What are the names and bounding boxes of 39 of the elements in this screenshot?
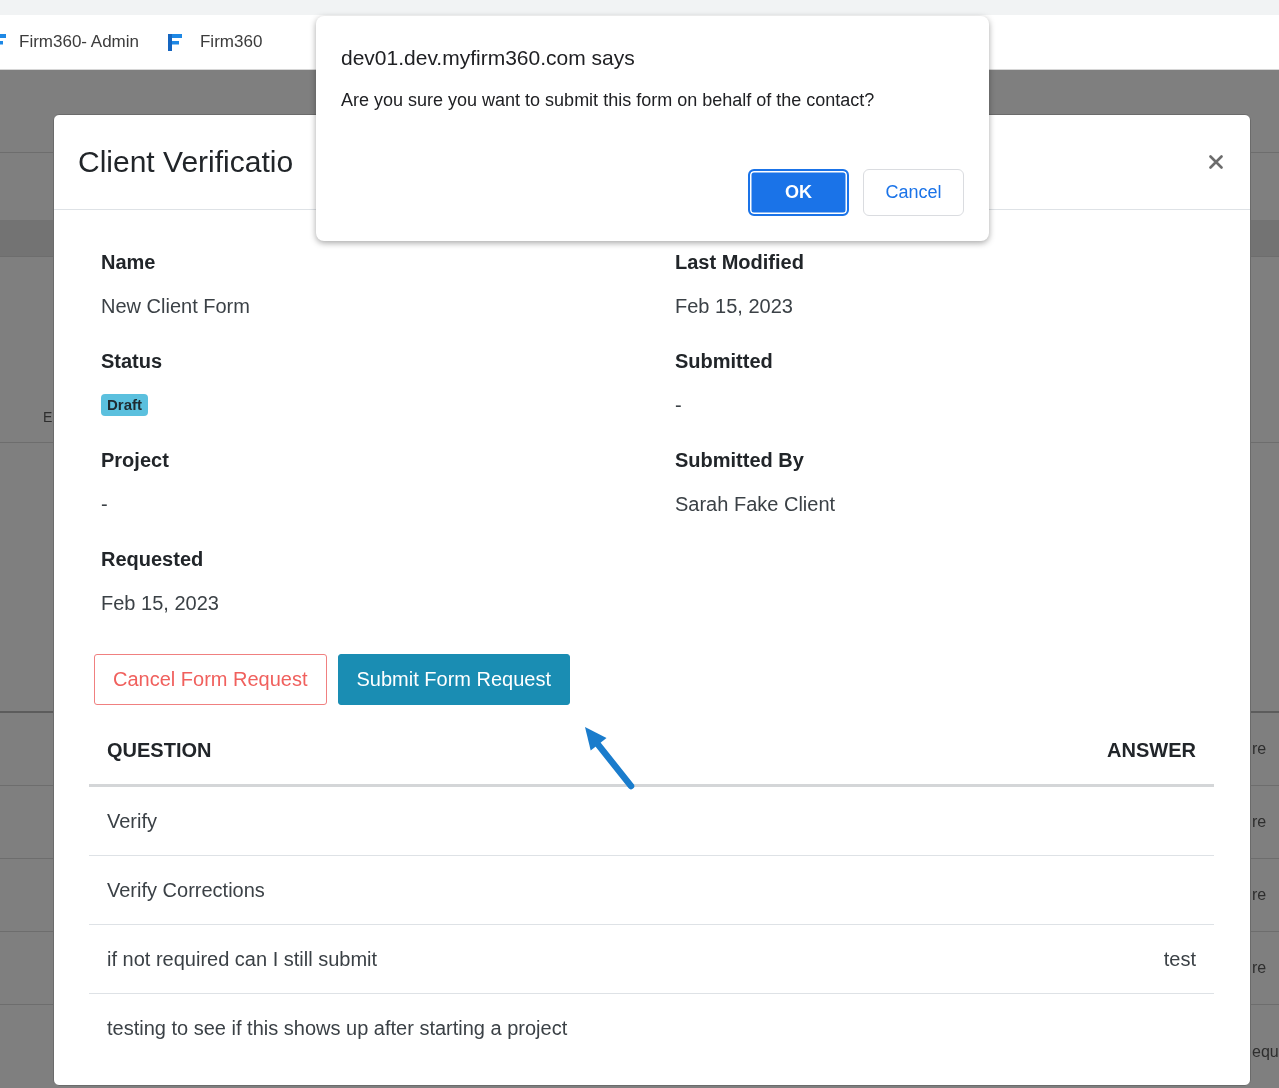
question-text: Verify Corrections — [107, 878, 265, 902]
background-text: re — [1252, 886, 1268, 904]
question-text: if not required can I still submit — [107, 947, 378, 971]
field-label: Status — [101, 349, 163, 374]
background-text: re — [1252, 813, 1268, 831]
ok-button[interactable]: OK — [748, 169, 849, 216]
background-text: equ — [1252, 1043, 1279, 1061]
submit-button[interactable]: Submit Form Request — [337, 654, 571, 705]
question-text: testing to see if this shows up after starting a project — [107, 1016, 568, 1040]
column-header: ANSWER — [1107, 739, 1196, 762]
field-label: Project — [101, 448, 169, 473]
field-value: - — [675, 393, 682, 418]
status-badge: Draft — [101, 394, 148, 416]
field-label: Requested — [101, 547, 204, 572]
close-icon[interactable] — [1209, 155, 1223, 169]
background-text: re — [1252, 959, 1268, 977]
question-text: Verify — [107, 809, 158, 833]
field-value: Sarah Fake Client — [675, 492, 836, 517]
background-text: E — [43, 409, 53, 425]
alert-title: dev01.dev.myfirm360.com says — [341, 45, 635, 71]
field-value: - — [101, 492, 108, 517]
field-label: Last Modified — [675, 250, 804, 275]
field-label: Name — [101, 250, 156, 275]
cancel-button[interactable]: Cancel — [863, 169, 964, 216]
answer-text: test — [1163, 947, 1196, 971]
field-label: Submitted — [675, 349, 773, 374]
modal-title: Client Verificatio — [78, 145, 294, 179]
field-value: Feb 15, 2023 — [675, 294, 793, 319]
bookmark-link[interactable]: Firm360 — [168, 32, 263, 52]
cancel-button[interactable]: Cancel Form Request — [94, 654, 327, 705]
alert-message: Are you sure you want to submit this form on behalf of the contact? — [341, 89, 875, 112]
field-value: Feb 15, 2023 — [101, 591, 219, 616]
field-label: Submitted By — [675, 448, 804, 473]
column-header: QUESTION — [107, 739, 212, 762]
field-value: New Client Form — [101, 294, 250, 319]
annotation-arrow — [583, 725, 635, 790]
bookmark-link[interactable]: Firm360- Admin — [0, 32, 139, 52]
background-text: re — [1252, 740, 1268, 758]
logo-icon — [168, 33, 182, 51]
